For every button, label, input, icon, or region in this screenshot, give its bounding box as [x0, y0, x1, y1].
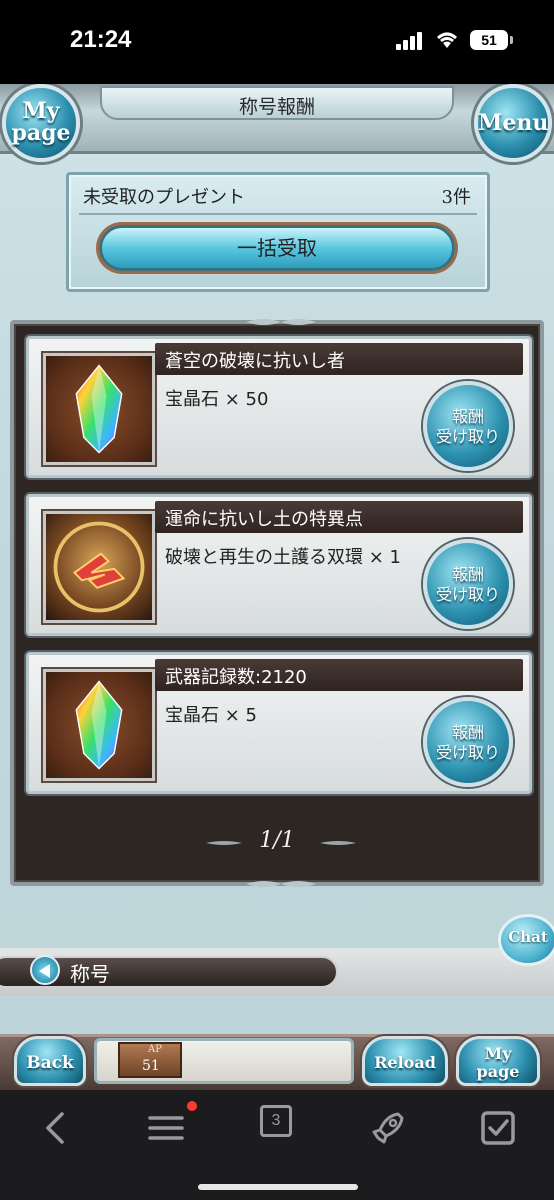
reward-title: 蒼空の破壊に抗いし者 [165, 351, 345, 372]
checkbox-icon[interactable] [478, 1108, 518, 1148]
claim-all-button[interactable]: 一括受取 [99, 225, 455, 271]
claim-reward-button[interactable]: 報酬 受け取り [423, 697, 513, 787]
status-time: 21:24 [70, 26, 132, 53]
title-section-label: 称号 [70, 962, 110, 986]
divider [79, 213, 477, 215]
footer-mypage-line1: My [484, 1044, 512, 1063]
menu-lines-icon[interactable] [146, 1108, 186, 1148]
reward-card: 武器記録数:2120 宝晶石 × 5 報酬 受け取り [26, 652, 532, 794]
header-bar: 称号報酬 [0, 84, 554, 154]
notification-dot [187, 1101, 197, 1111]
back-arrow-icon[interactable] [36, 1108, 76, 1148]
game-viewport: 称号報酬 My page Menu 未受取のプレゼント 3件 一括受取 蒼空の破… [0, 84, 554, 1090]
claim-label-line1: 報酬 [451, 723, 484, 742]
rainbow-crystal-icon [43, 353, 155, 465]
reward-card: 蒼空の破壊に抗いし者 宝晶石 × 50 報酬 受け取り [26, 336, 532, 478]
twin-ring-icon [43, 511, 155, 623]
mypage-button[interactable]: My page [2, 84, 80, 162]
home-indicator [198, 1184, 358, 1190]
ornament-icon [246, 319, 316, 325]
claim-label-line2: 受け取り [435, 743, 500, 762]
page-title: 称号報酬 [238, 96, 315, 118]
header-title-plate: 称号報酬 [100, 86, 454, 120]
rainbow-crystal-icon [43, 669, 155, 781]
battery-icon: 51 [470, 30, 508, 50]
wifi-icon [437, 32, 457, 48]
claim-label-line1: 報酬 [451, 565, 484, 584]
claim-label-line1: 報酬 [451, 407, 484, 426]
claim-label-line2: 受け取り [435, 585, 500, 604]
back-button[interactable]: Back [14, 1036, 86, 1086]
footer-mypage-button[interactable]: My page [456, 1036, 540, 1086]
reload-button[interactable]: Reload [362, 1036, 448, 1086]
tab-count-button[interactable]: 3 [260, 1105, 292, 1137]
page-indicator: 1/1 [259, 828, 295, 853]
unclaimed-presents-box: 未受取のプレゼント 3件 一括受取 [66, 172, 490, 292]
claim-label-line2: 受け取り [435, 427, 500, 446]
mypage-label-line2: page [11, 120, 71, 146]
unclaimed-count: 3件 [441, 187, 471, 208]
ap-label: AP [148, 1044, 162, 1055]
claim-reward-button[interactable]: 報酬 受け取り [423, 539, 513, 629]
reward-card: 運命に抗いし土の特異点 破壊と再生の土護る双環 × 1 報酬 受け取り [26, 494, 532, 636]
reward-item: 破壊と再生の土護る双環 × 1 [165, 547, 401, 568]
reward-title: 武器記録数:2120 [165, 667, 307, 688]
unclaimed-label: 未受取のプレゼント [83, 187, 245, 208]
cell-signal-icon [396, 32, 426, 50]
chat-button[interactable]: Chat [498, 914, 554, 966]
reward-item: 宝晶石 × 50 [165, 389, 269, 410]
pager-right-ornament [320, 841, 356, 845]
menu-label: Menu [478, 110, 549, 136]
footer-mypage-line2: page [476, 1062, 520, 1081]
ornament-icon [246, 881, 316, 887]
ap-indicator: AP 51 [118, 1042, 182, 1078]
menu-button[interactable]: Menu [474, 84, 552, 162]
reward-title: 運命に抗いし土の特異点 [165, 509, 363, 530]
battery-tip [510, 36, 513, 44]
ap-value: 51 [142, 1058, 160, 1074]
reward-list-panel: 蒼空の破壊に抗いし者 宝晶石 × 50 報酬 受け取り 運命に抗いし土の特異点 … [10, 319, 544, 887]
collapse-arrow-icon[interactable] [30, 955, 60, 985]
status-bar: 21:24 51 [0, 0, 554, 84]
claim-reward-button[interactable]: 報酬 受け取り [423, 381, 513, 471]
rocket-icon[interactable] [368, 1108, 408, 1148]
reward-item: 宝晶石 × 5 [165, 705, 257, 726]
